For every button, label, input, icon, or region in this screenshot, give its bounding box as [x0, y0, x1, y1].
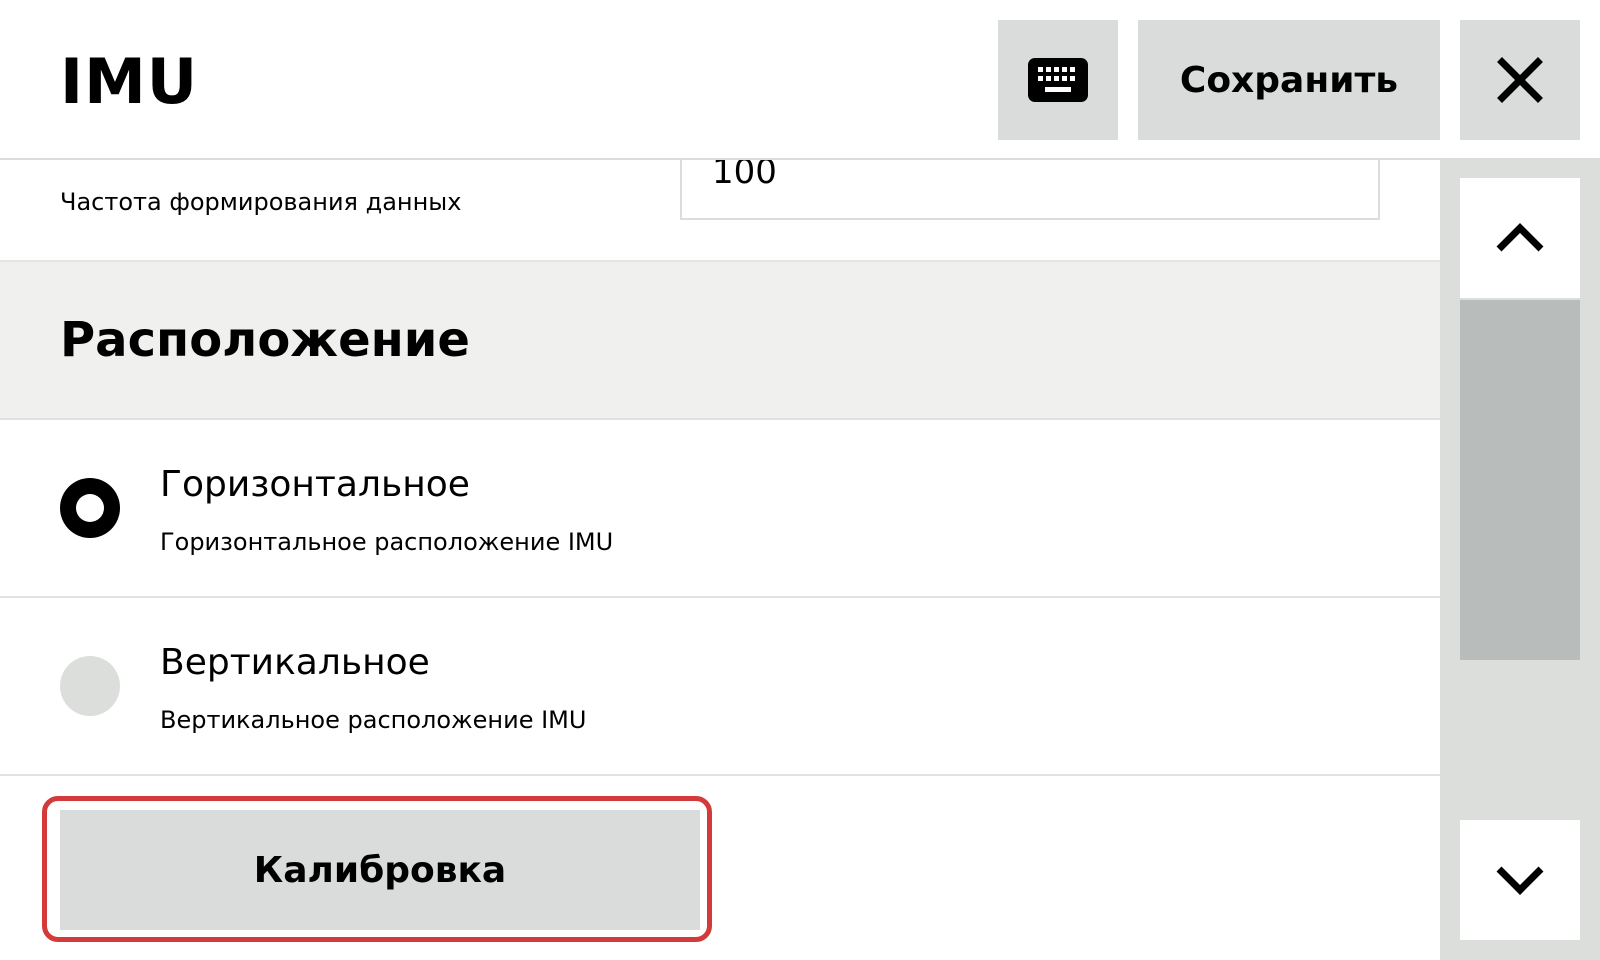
chevron-up-icon [1496, 223, 1544, 252]
scrollbar[interactable] [1440, 158, 1600, 960]
close-icon [1497, 57, 1543, 103]
save-button[interactable]: Сохранить [1138, 20, 1440, 140]
data-rate-value: 100 [712, 158, 777, 192]
option-description: Горизонтальное расположение IMU [160, 528, 614, 556]
section-title: Расположение [60, 312, 470, 368]
data-rate-row: Частота формирования данных 100 [0, 158, 1440, 262]
close-button[interactable] [1460, 20, 1580, 140]
scroll-up-button[interactable] [1460, 178, 1580, 298]
data-rate-label: Частота формирования данных [60, 188, 462, 216]
calibration-button[interactable]: Калибровка [60, 810, 700, 930]
option-title: Вертикальное [160, 642, 430, 683]
radio-unselected-icon[interactable] [60, 656, 120, 716]
keyboard-button[interactable] [998, 20, 1118, 140]
data-rate-input[interactable]: 100 [680, 158, 1380, 220]
option-title: Горизонтальное [160, 464, 470, 505]
chevron-down-icon [1496, 866, 1544, 895]
option-vertical[interactable]: Вертикальное Вертикальное расположение I… [0, 598, 1440, 776]
scroll-thumb[interactable] [1460, 300, 1580, 660]
settings-content: Частота формирования данных 100 Располож… [0, 158, 1440, 960]
keyboard-icon [1028, 58, 1088, 102]
scroll-down-button[interactable] [1460, 820, 1580, 940]
option-horizontal[interactable]: Горизонтальное Горизонтальное расположен… [0, 420, 1440, 598]
radio-selected-icon[interactable] [60, 478, 120, 538]
option-description: Вертикальное расположение IMU [160, 706, 587, 734]
imu-settings-screen: IMU Сохранить Частота формирования данны… [0, 0, 1600, 960]
page-title: IMU [60, 45, 199, 118]
section-header: Расположение [0, 262, 1440, 420]
header: IMU Сохранить [0, 0, 1600, 160]
